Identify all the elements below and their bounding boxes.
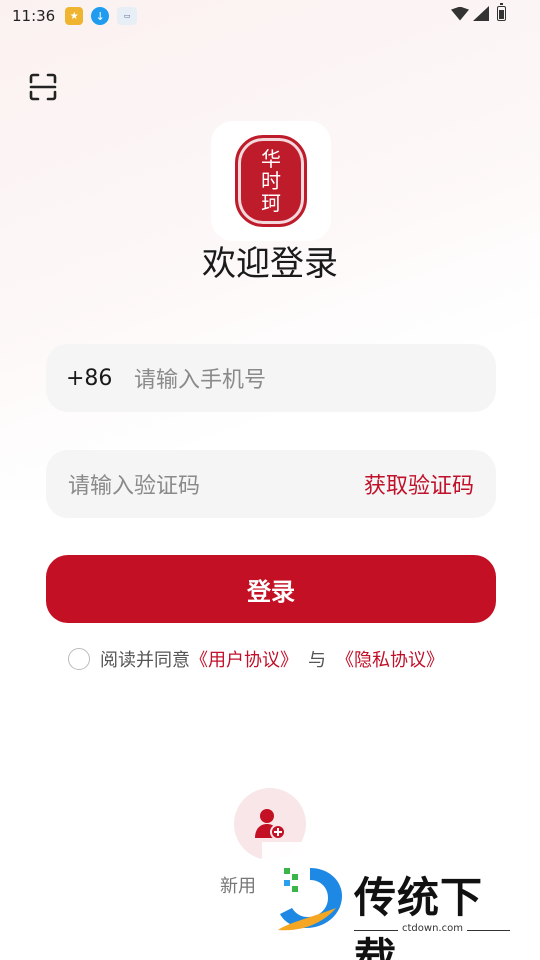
- status-time: 11:36: [12, 7, 56, 25]
- watermark: 传统下载 ctdown.com: [262, 842, 522, 960]
- logo-char: 时: [261, 169, 281, 193]
- agreement-and: 与: [308, 650, 326, 671]
- agreement-text: 阅读并同意: [100, 650, 190, 671]
- logo-char: 华: [261, 147, 281, 171]
- battery-icon: [497, 3, 506, 21]
- phone-placeholder: 请输入手机号: [134, 368, 267, 393]
- agreement-row: 阅读并同意 《用户协议》 与 《隐私协议》: [68, 646, 444, 672]
- new-user-label: 新用: [220, 876, 256, 897]
- scan-icon[interactable]: [28, 72, 58, 102]
- app-notification-icon-2: ▭: [117, 7, 138, 25]
- app-logo: 华 时 珂: [211, 121, 331, 241]
- agreement-checkbox[interactable]: [68, 648, 90, 670]
- user-agreement-link[interactable]: 《用户协议》: [190, 646, 298, 672]
- app-notification-icon: ★: [65, 7, 84, 25]
- page-title: 欢迎登录: [202, 244, 338, 284]
- status-indicators: [451, 3, 506, 21]
- status-bar: 11:36 ★ ↓ ▭: [0, 0, 540, 32]
- wifi-icon: [451, 6, 469, 21]
- verification-code-input[interactable]: 请输入验证码 获取验证码: [46, 450, 496, 518]
- logo-char: 珂: [261, 191, 281, 215]
- add-user-icon: [255, 809, 286, 840]
- watermark-url: ctdown.com: [398, 923, 467, 934]
- login-button[interactable]: 登录: [46, 555, 496, 623]
- download-icon: ↓: [91, 7, 110, 25]
- logo-seal: 华 时 珂: [235, 135, 307, 227]
- get-code-button[interactable]: 获取验证码: [364, 468, 474, 500]
- signal-icon: [473, 6, 489, 21]
- watermark-logo-icon: [278, 868, 342, 931]
- privacy-agreement-link[interactable]: 《隐私协议》: [336, 646, 444, 672]
- country-code[interactable]: +86: [66, 366, 134, 391]
- watermark-text: 传统下载: [354, 873, 484, 960]
- phone-input[interactable]: +86 请输入手机号: [46, 344, 496, 412]
- code-placeholder: 请输入验证码: [68, 474, 201, 499]
